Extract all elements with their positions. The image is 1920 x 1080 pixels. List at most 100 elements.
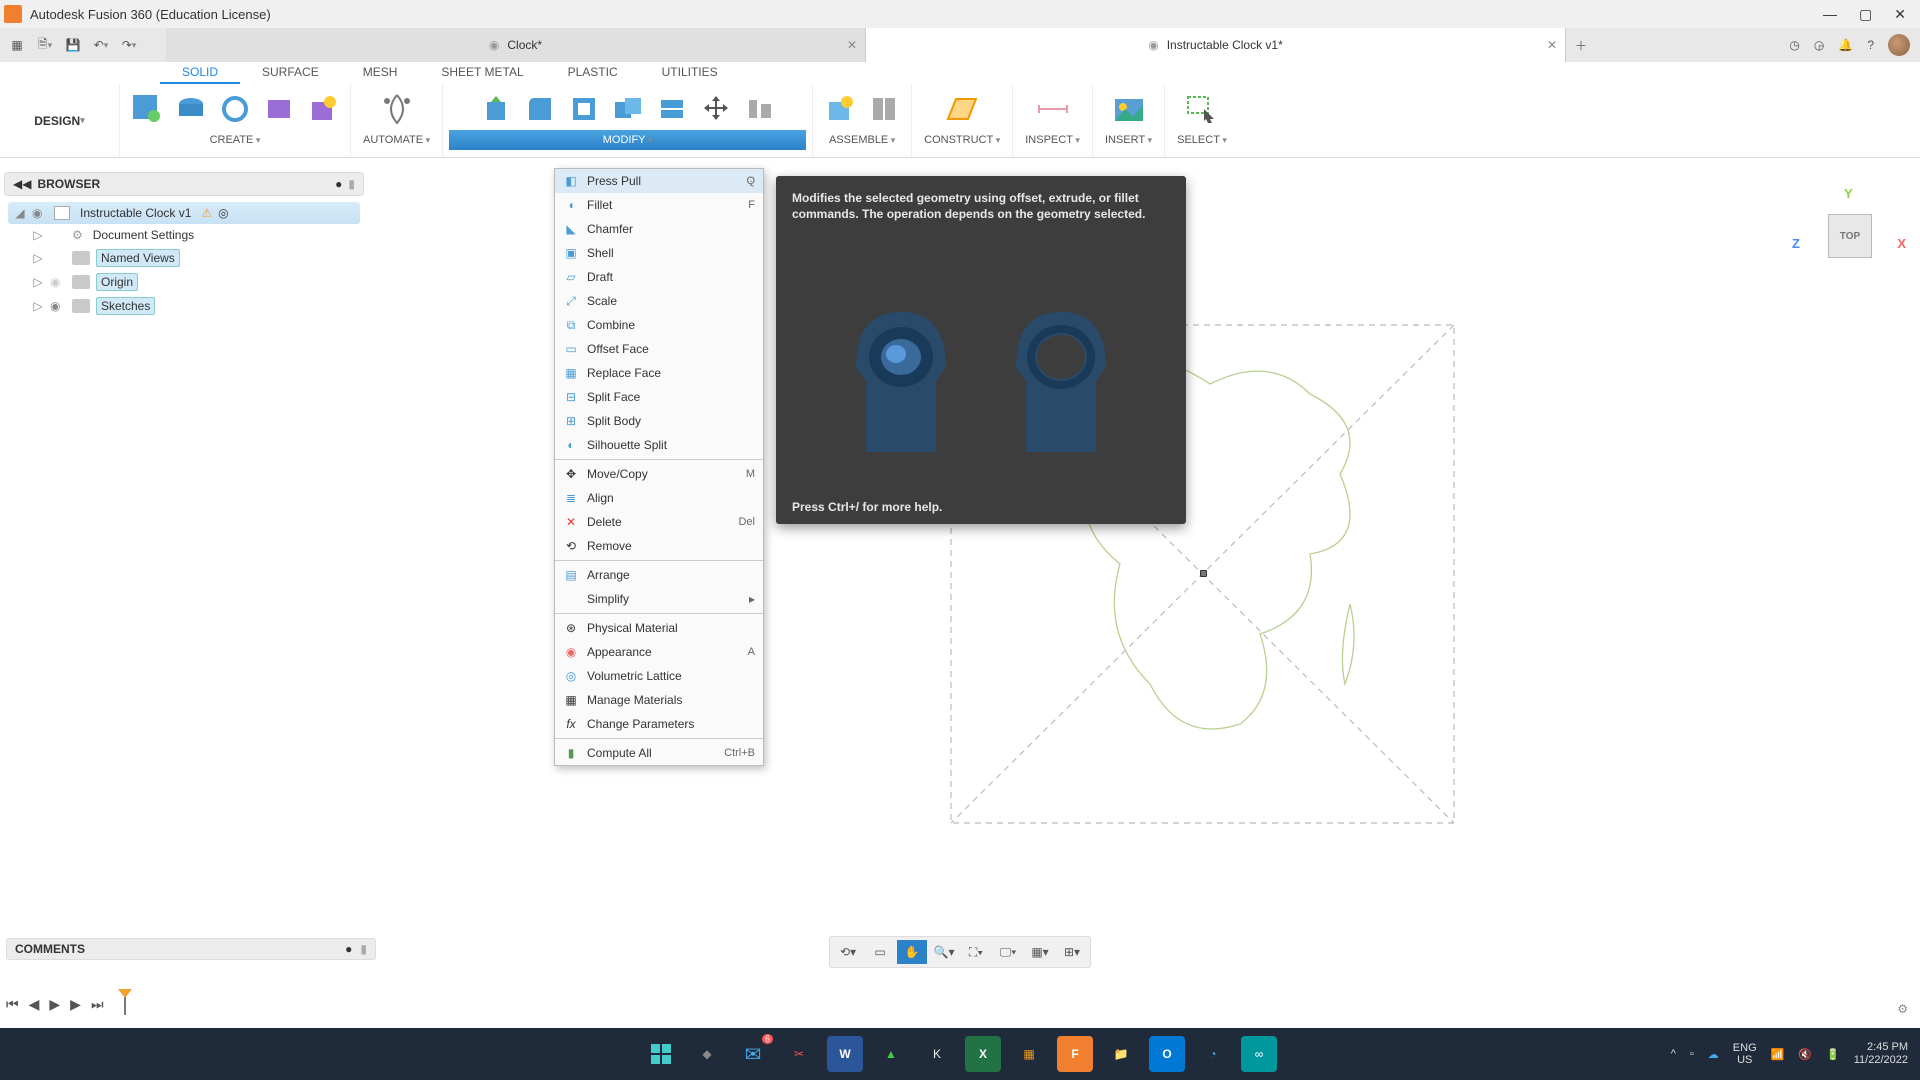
battery-icon[interactable]: 🔋 [1826,1048,1840,1061]
menu-combine[interactable]: ⧉Combine [555,313,763,337]
document-tab-clock[interactable]: ◉ Clock* ✕ [166,28,866,62]
new-sketch-icon[interactable] [126,88,168,130]
explorer-app-icon[interactable]: 📁 [1103,1036,1139,1072]
timeline-play-icon[interactable]: ▶ [49,996,60,1013]
select-icon[interactable] [1176,88,1228,130]
close-icon[interactable]: ✕ [1547,38,1557,52]
outlook-app-icon[interactable]: O [1149,1036,1185,1072]
menu-replace-face[interactable]: ▦Replace Face [555,361,763,385]
box-icon[interactable] [302,88,344,130]
viewport-icon[interactable]: ⊞▾ [1057,940,1087,964]
origin-point[interactable] [1200,570,1207,577]
bullet-icon[interactable]: ● [345,942,352,956]
file-menu-icon[interactable]: 🗎 [34,34,56,56]
tree-item-sketches[interactable]: ▷ ◉ Sketches [30,294,360,318]
settings-gear-icon[interactable]: ⚙ [1897,1002,1908,1016]
form-icon[interactable] [258,88,300,130]
fusion-app-icon[interactable]: F [1057,1036,1093,1072]
grid-icon[interactable]: ▦▾ [1025,940,1055,964]
handle-icon[interactable]: ▮ [360,942,367,956]
menu-silhouette-split[interactable]: ◐Silhouette Split [555,433,763,457]
new-component-icon[interactable] [819,88,861,130]
menu-arrange[interactable]: ▤Arrange [555,563,763,587]
user-avatar[interactable] [1888,34,1910,56]
expand-icon[interactable]: ▷ [32,275,44,289]
expand-icon[interactable]: ▷ [32,299,44,313]
menu-change-parameters[interactable]: fxChange Parameters [555,712,763,736]
move-icon[interactable] [695,88,737,130]
tree-item-origin[interactable]: ▷ ◉ Origin [30,270,360,294]
more-icon[interactable]: ⋮ [745,174,757,188]
tree-item-document-settings[interactable]: ▷ ⚙ Document Settings [30,224,360,246]
tray-chevron-icon[interactable]: ^ [1671,1048,1676,1060]
insert-icon[interactable] [1103,88,1155,130]
menu-move-copy[interactable]: ✥Move/CopyM [555,462,763,486]
arduino-app-icon[interactable]: ∞ [1241,1036,1277,1072]
edge-app-icon[interactable]: ◔ [1195,1036,1231,1072]
menu-manage-materials[interactable]: ▦Manage Materials [555,688,763,712]
fillet-icon[interactable] [519,88,561,130]
visibility-icon[interactable]: ◉ [32,206,48,220]
menu-appearance[interactable]: ◉AppearanceA [555,640,763,664]
workspace-picker[interactable]: DESIGN [0,84,120,157]
excel-app-icon[interactable]: X [965,1036,1001,1072]
menu-shell[interactable]: ▣Shell [555,241,763,265]
wifi-icon[interactable]: 📶 [1771,1048,1785,1061]
minimize-button[interactable]: — [1823,6,1837,23]
expand-icon[interactable]: ▷ [32,251,44,265]
app-icon[interactable]: ▲ [873,1036,909,1072]
automate-icon[interactable] [371,88,423,130]
combine-icon[interactable] [607,88,649,130]
automate-dropdown[interactable]: AUTOMATE [357,130,436,150]
language-indicator[interactable]: ENGUS [1733,1042,1757,1066]
tree-root[interactable]: ◢ ◉ Instructable Clock v1 ⚠ ◎ [8,202,360,224]
app-icon[interactable]: K [919,1036,955,1072]
construct-plane-icon[interactable] [936,88,988,130]
maximize-button[interactable]: ▢ [1859,6,1872,23]
assemble-dropdown[interactable]: ASSEMBLE [823,130,901,150]
look-at-icon[interactable]: ▭ [865,940,895,964]
onedrive-icon[interactable]: ☁ [1708,1048,1719,1061]
timeline-forward-icon[interactable]: ▶ [70,996,81,1013]
app-icon[interactable]: ▦ [1011,1036,1047,1072]
fit-icon[interactable]: ⛶▾ [961,940,991,964]
view-cube[interactable]: Y X Z TOP [1806,200,1896,290]
visibility-icon[interactable]: ◉ [50,299,66,313]
menu-remove[interactable]: ⟲Remove [555,534,763,558]
menu-chamfer[interactable]: ◣Chamfer [555,217,763,241]
ribbon-tab-plastic[interactable]: PLASTIC [546,62,640,84]
joint-icon[interactable] [863,88,905,130]
visibility-icon[interactable]: ◉ [50,275,66,289]
undo-icon[interactable]: ↶ [90,34,112,56]
split-icon[interactable] [651,88,693,130]
expand-icon[interactable]: ▷ [32,228,44,242]
timeline-end-icon[interactable]: ⏭ [91,996,104,1013]
insert-dropdown[interactable]: INSERT [1099,130,1158,150]
ribbon-tab-mesh[interactable]: MESH [341,62,420,84]
inspect-dropdown[interactable]: INSPECT [1019,130,1086,150]
menu-simplify[interactable]: Simplify▸ [555,587,763,611]
timeline-playhead[interactable] [114,989,138,1019]
save-icon[interactable]: 💾 [62,34,84,56]
timeline-start-icon[interactable]: ⏮ [6,996,19,1013]
menu-compute-all[interactable]: ▮Compute AllCtrl+B [555,741,763,765]
document-tab-instructable[interactable]: ◉ Instructable Clock v1* ✕ [866,28,1566,62]
select-dropdown[interactable]: SELECT [1171,130,1233,150]
align-icon[interactable] [739,88,781,130]
menu-scale[interactable]: ⤢Scale [555,289,763,313]
menu-split-face[interactable]: ⊟Split Face [555,385,763,409]
new-tab-button[interactable]: ＋ [1566,28,1596,62]
warning-icon[interactable]: ⚠ [201,206,212,220]
close-icon[interactable]: ✕ [847,38,857,52]
job-status-icon[interactable]: ◶ [1814,38,1824,52]
shell-icon[interactable] [563,88,605,130]
ribbon-tab-surface[interactable]: SURFACE [240,62,341,84]
handle-icon[interactable]: ▮ [348,177,355,191]
help-icon[interactable]: ? [1867,38,1874,52]
data-panel-icon[interactable]: ▦ [6,34,28,56]
menu-physical-material[interactable]: ⊛Physical Material [555,616,763,640]
timeline-back-icon[interactable]: ◀ [29,996,40,1013]
extensions-icon[interactable]: ◷ [1789,38,1799,52]
modify-dropdown[interactable]: MODIFY [449,130,806,150]
volume-icon[interactable]: 🔇 [1798,1048,1812,1061]
